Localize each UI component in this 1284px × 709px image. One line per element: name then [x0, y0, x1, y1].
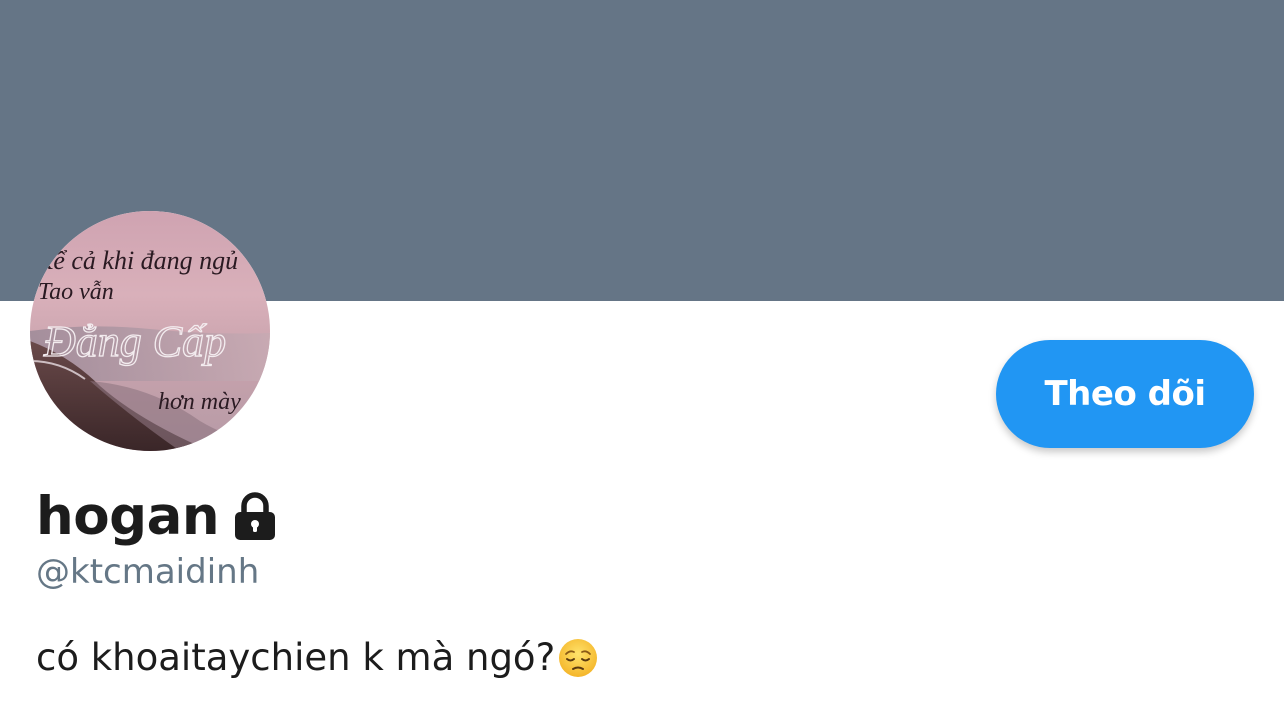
pensive-face-icon: [557, 637, 599, 679]
lock-icon: [231, 491, 279, 541]
bio-text: có khoaitaychien k mà ngó?: [36, 636, 556, 679]
avatar-image: Kể cả khi đang ngủ Tao vẫn Đẳng Cấp hơn …: [30, 211, 270, 451]
name-row: hogan: [36, 480, 279, 552]
avatar-text-4: hơn mày: [158, 389, 241, 415]
follow-button-label: Theo dõi: [1044, 374, 1206, 414]
display-name: hogan: [36, 485, 220, 547]
profile-bio: có khoaitaychien k mà ngó?: [36, 636, 599, 679]
avatar-text-1: Kể cả khi đang ngủ: [35, 246, 238, 275]
user-handle: @ktcmaidinh: [36, 552, 260, 592]
avatar-text-3: Đẳng Cấp: [43, 317, 226, 366]
avatar-text-2: Tao vẫn: [38, 279, 114, 305]
profile-page: Kể cả khi đang ngủ Tao vẫn Đẳng Cấp hơn …: [0, 0, 1284, 709]
avatar[interactable]: Kể cả khi đang ngủ Tao vẫn Đẳng Cấp hơn …: [30, 211, 270, 451]
follow-button[interactable]: Theo dõi: [996, 340, 1254, 448]
